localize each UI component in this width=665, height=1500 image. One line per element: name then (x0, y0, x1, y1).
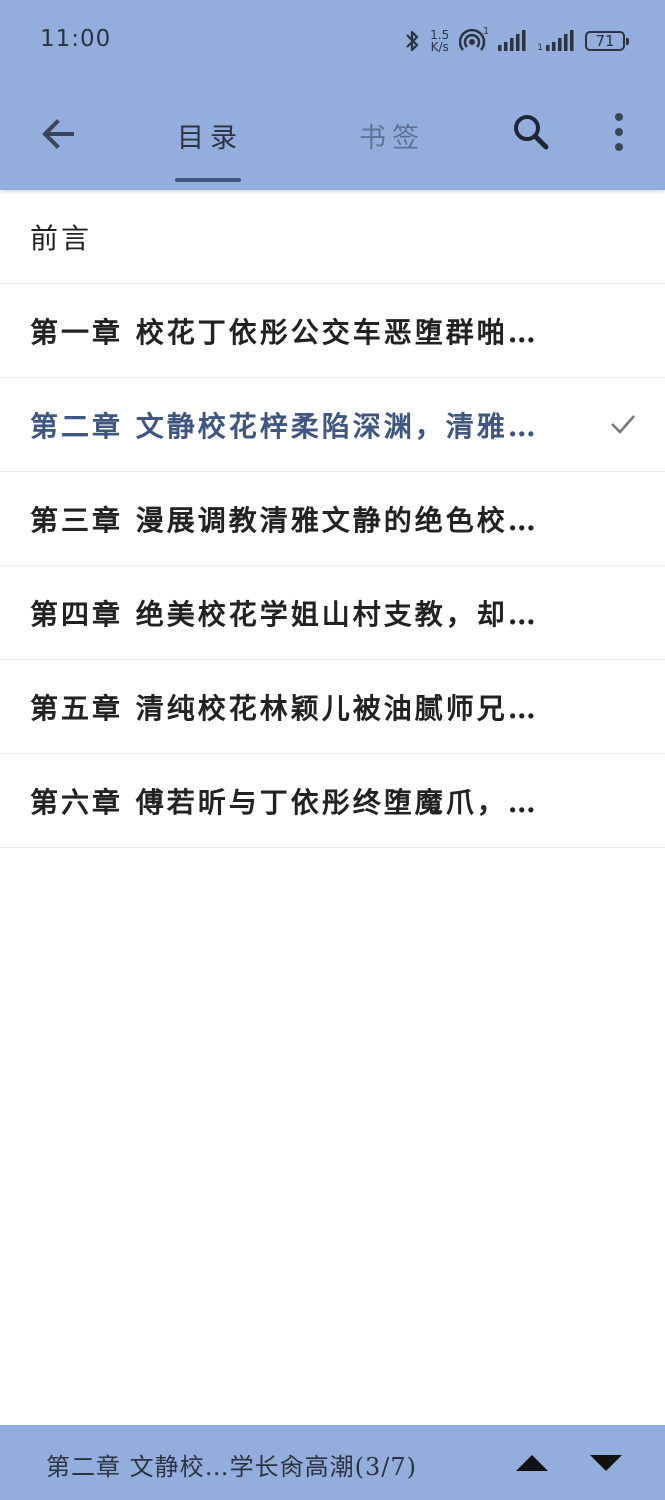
bluetooth-icon (406, 30, 419, 52)
signal-icon-2 (546, 30, 574, 51)
chapter-title: 第三章 漫展调教清雅文静的绝色校… (30, 503, 539, 537)
chapter-item-3[interactable]: 第三章 漫展调教清雅文静的绝色校… (0, 472, 665, 566)
status-icons: 1.5 K/s 1 1 71 (404, 24, 629, 58)
signal-badge: 1 (537, 43, 543, 53)
chapter-title: 第五章 清纯校花林颖儿被油腻师兄… (30, 691, 539, 725)
chapter-item-6[interactable]: 第六章 傅若昕与丁依彤终堕魔爪，… (0, 754, 665, 848)
more-vertical-icon (615, 113, 623, 151)
triangle-down-icon (590, 1455, 622, 1471)
chapter-title: 第四章 绝美校花学姐山村支教，却… (30, 597, 539, 631)
chapter-title: 第六章 傅若昕与丁依彤终堕魔爪，… (30, 785, 539, 819)
chapter-title: 第二章 文静校花梓柔陷深渊，清雅… (30, 409, 539, 443)
chapter-item-2[interactable]: 第二章 文静校花梓柔陷深渊，清雅… (0, 378, 665, 472)
more-options-button[interactable] (596, 104, 642, 160)
active-tab-indicator (175, 178, 241, 182)
chapter-item-5[interactable]: 第五章 清纯校花林颖儿被油腻师兄… (0, 660, 665, 754)
chapter-title: 前言 (30, 221, 93, 255)
current-chapter-label[interactable]: 第二章 文静校…学长肏高潮(3/7) (46, 1447, 417, 1482)
reading-position-bar: 第二章 文静校…学长肏高潮(3/7) (0, 1425, 665, 1500)
battery-indicator: 71 (585, 31, 629, 51)
scroll-up-button[interactable] (512, 1449, 552, 1477)
status-time: 11:00 (40, 26, 112, 52)
signal-icon (498, 30, 526, 51)
hotspot-badge: 1 (482, 26, 490, 37)
chapter-item-1[interactable]: 第一章 校花丁依彤公交车恶堕群啪… (0, 284, 665, 378)
tab-table-of-contents[interactable]: 目录 (170, 112, 250, 158)
chapter-title: 第一章 校花丁依彤公交车恶堕群啪… (30, 315, 539, 349)
network-speed: 1.5 K/s (430, 29, 449, 53)
signal-indicator-2: 1 (537, 29, 575, 53)
chapter-item-preface[interactable]: 前言 (0, 190, 665, 284)
chapter-item-4[interactable]: 第四章 绝美校花学姐山村支教，却… (0, 566, 665, 660)
back-button[interactable] (30, 106, 86, 162)
scroll-down-button[interactable] (586, 1449, 626, 1477)
search-button[interactable] (503, 104, 559, 160)
app-bar: 11:00 1.5 K/s 1 1 71 目录 书签 (0, 0, 665, 190)
chapter-list: 前言 第一章 校花丁依彤公交车恶堕群啪… 第二章 文静校花梓柔陷深渊，清雅… 第… (0, 190, 665, 848)
arrow-left-icon (42, 119, 74, 149)
search-icon (514, 115, 549, 150)
battery-level: 71 (595, 32, 615, 50)
network-speed-unit: K/s (430, 40, 449, 54)
hotspot-indicator: 1 (459, 26, 490, 54)
triangle-up-icon (516, 1455, 548, 1471)
check-icon (611, 415, 635, 434)
tab-bookmarks[interactable]: 书签 (352, 112, 432, 158)
